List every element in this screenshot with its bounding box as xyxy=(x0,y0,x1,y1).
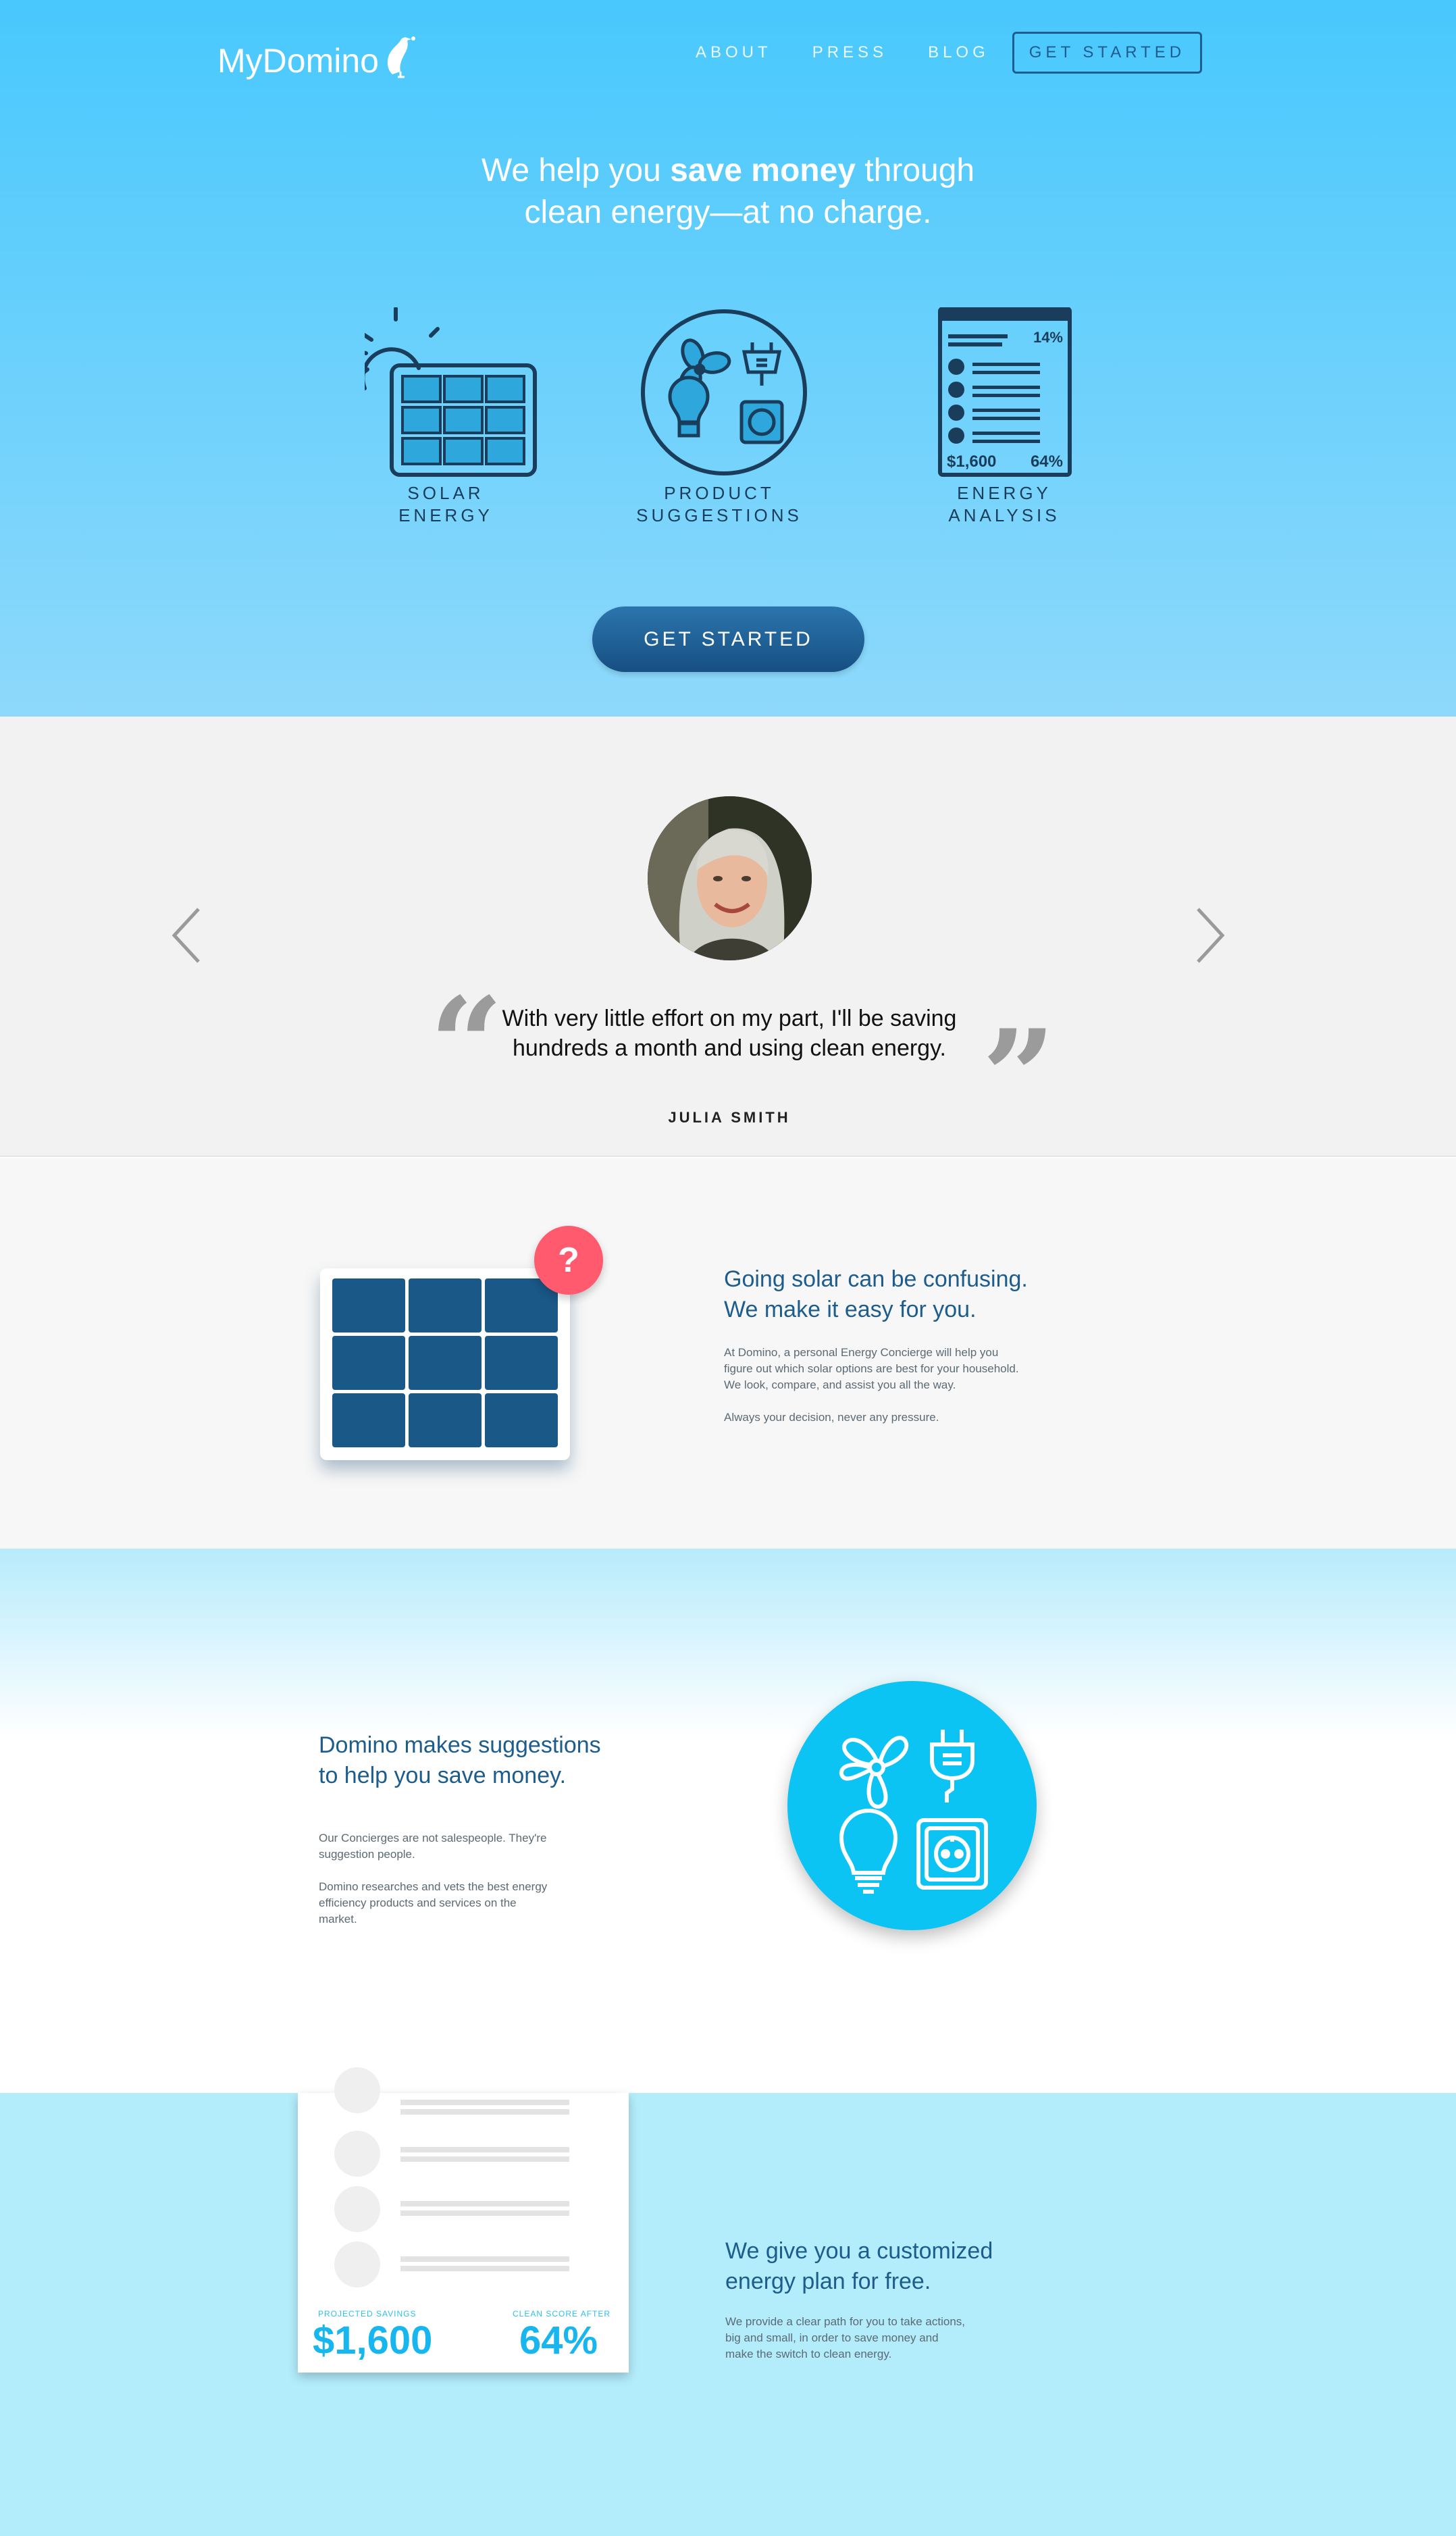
report-percent-bottom: 64% xyxy=(1031,452,1063,471)
quote-line1: With very little effort on my part, I'll… xyxy=(502,1006,957,1031)
solar-panel-card xyxy=(320,1268,570,1460)
top-nav: ABOUT PRESS BLOG GET STARTED xyxy=(696,32,1203,74)
solar-heading-line2: We make it easy for you. xyxy=(724,1297,977,1322)
suggestions-body-line3: Domino researches and vets the best ener… xyxy=(319,1880,548,1893)
plan-row-marker xyxy=(334,2131,380,2177)
plan-row-line xyxy=(400,2266,569,2271)
question-badge: ? xyxy=(534,1226,603,1295)
feature-analysis-line2: ANALYSIS xyxy=(948,505,1060,525)
solar-heading-line1: Going solar can be confusing. xyxy=(724,1266,1028,1292)
headline-post: through xyxy=(855,153,975,188)
energy-report-icon: 14% $1,600 64% xyxy=(938,307,1072,477)
feature-solar: SOLAR ENERGY xyxy=(355,307,567,527)
solar-panel-icon xyxy=(355,307,537,477)
plan-body: We provide a clear path for you to take … xyxy=(725,2314,1130,2362)
clean-score-label: CLEAN SCORE AFTER xyxy=(513,2309,611,2319)
feature-analysis: 14% $1,600 64% ENERGY ANALYSIS xyxy=(905,307,1108,527)
suggestions-body-line5: market. xyxy=(319,1913,357,1925)
plan-row-line xyxy=(400,2201,569,2206)
solar-heading: Going solar can be confusing. We make it… xyxy=(724,1264,1129,1325)
suggestions-heading-line1: Domino makes suggestions xyxy=(319,1732,601,1758)
plan-heading-line2: energy plan for free. xyxy=(725,2269,931,2294)
feature-solar-line2: ENERGY xyxy=(398,505,493,525)
bulb-icon xyxy=(839,1809,898,1894)
plan-row-marker xyxy=(334,2186,380,2232)
plan-row-marker xyxy=(334,2067,380,2113)
solar-body-line2: figure out which solar options are best … xyxy=(724,1362,1019,1375)
feature-solar-line1: SOLAR xyxy=(407,483,484,503)
energy-plan-card: PROJECTED SAVINGS $1,600 CLEAN SCORE AFT… xyxy=(298,2067,629,2373)
outlet-icon xyxy=(916,1818,988,1890)
suggestions-body-line2: suggestion people. xyxy=(319,1848,415,1861)
report-amount: $1,600 xyxy=(947,452,996,471)
testimonial-author: JULIA SMITH xyxy=(668,1109,791,1126)
plan-row-line xyxy=(400,2147,569,2152)
headline-bold: save money xyxy=(670,153,856,188)
solar-body-line1: At Domino, a personal Energy Concierge w… xyxy=(724,1346,999,1359)
plan-row-line xyxy=(400,2109,569,2115)
suggestions-section xyxy=(0,1549,1456,2093)
suggestions-heading: Domino makes suggestions to help you sav… xyxy=(319,1730,724,1791)
nav-blog[interactable]: BLOG xyxy=(928,43,989,62)
projected-savings-value: $1,600 xyxy=(313,2319,433,2362)
suggestions-body-line1: Our Concierges are not salespeople. They… xyxy=(319,1832,547,1844)
solar-body-line3: We look, compare, and assist you all the… xyxy=(724,1378,956,1391)
hero-get-started-button[interactable]: GET STARTED xyxy=(592,606,864,672)
plan-heading-line1: We give you a customized xyxy=(725,2238,993,2264)
quote-line2: hundreds a month and using clean energy. xyxy=(512,1035,947,1061)
chevron-left-icon[interactable] xyxy=(167,905,208,966)
feature-products: PRODUCT SUGGESTIONS xyxy=(623,307,825,527)
plan-body-line1: We provide a clear path for you to take … xyxy=(725,2315,965,2328)
projected-savings-label: PROJECTED SAVINGS xyxy=(318,2309,417,2319)
solar-body-line4: Always your decision, never any pressure… xyxy=(724,1411,939,1424)
plan-row-line xyxy=(400,2210,569,2216)
nav-about[interactable]: ABOUT xyxy=(696,43,772,62)
chevron-right-icon[interactable] xyxy=(1189,905,1229,966)
plan-row-marker xyxy=(334,2242,380,2287)
feature-analysis-line1: ENERGY xyxy=(957,483,1051,503)
nav-get-started-button[interactable]: GET STARTED xyxy=(1012,32,1203,74)
plan-row-line xyxy=(400,2100,569,2105)
headline-line2: clean energy—at no charge. xyxy=(524,195,932,230)
suggestions-body: Our Concierges are not salespeople. They… xyxy=(319,1830,656,1927)
product-suggestions-circle xyxy=(787,1681,1037,1930)
report-percent-top: 14% xyxy=(1033,329,1063,346)
logo-text: MyDomino xyxy=(217,42,379,80)
fan-icon xyxy=(839,1736,909,1809)
hero-section: MyDomino ABOUT PRESS BLOG GET STARTED We… xyxy=(0,0,1456,717)
close-quote-icon: ” xyxy=(982,1002,1056,1152)
solar-panel-illustration xyxy=(332,1278,558,1447)
plan-heading: We give you a customized energy plan for… xyxy=(725,2236,1130,2297)
domino-bird-icon xyxy=(387,36,415,78)
logo[interactable]: MyDomino xyxy=(217,34,447,88)
plan-row-line xyxy=(400,2156,569,2162)
nav-press[interactable]: PRESS xyxy=(812,43,887,62)
headline-pre: We help you xyxy=(481,153,671,188)
testimonial-quote: With very little effort on my part, I'll… xyxy=(473,1004,986,1063)
product-suggestions-icon xyxy=(641,309,807,475)
plan-row-line xyxy=(400,2256,569,2262)
plug-icon xyxy=(930,1730,974,1803)
feature-products-line2: SUGGESTIONS xyxy=(636,505,802,525)
clean-score-value: 64% xyxy=(519,2319,598,2362)
plan-body-line2: big and small, in order to save money an… xyxy=(725,2331,939,2344)
solar-body: At Domino, a personal Energy Concierge w… xyxy=(724,1345,1129,1426)
suggestions-heading-line2: to help you save money. xyxy=(319,1763,567,1788)
feature-products-line1: PRODUCT xyxy=(664,483,775,503)
hero-headline: We help you save money through clean ene… xyxy=(323,150,1133,234)
suggestions-body-line4: efficiency products and services on the xyxy=(319,1896,517,1909)
appliance-icons xyxy=(839,1730,988,1894)
plan-body-line3: make the switch to clean energy. xyxy=(725,2348,892,2360)
avatar xyxy=(648,796,812,960)
